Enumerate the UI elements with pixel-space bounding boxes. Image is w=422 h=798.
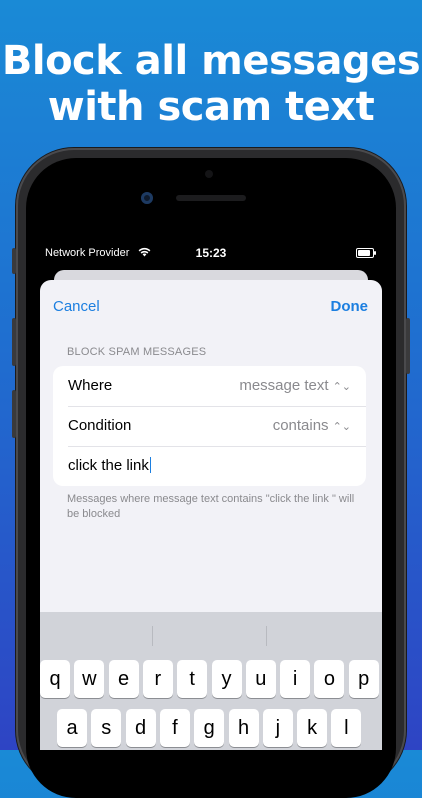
- chevron-updown-icon: ⌃⌄: [332, 381, 351, 393]
- mute-switch: [12, 248, 16, 274]
- key-w[interactable]: w: [74, 660, 105, 698]
- rule-form-group: Where message text ⌃⌄ Condition contains ⌃…: [53, 366, 366, 486]
- key-i[interactable]: i: [280, 660, 311, 698]
- condition-row[interactable]: Condition contains ⌃⌄: [53, 406, 366, 446]
- spam-text-value: click the link: [68, 457, 149, 474]
- spam-text-input[interactable]: click the link: [68, 457, 151, 474]
- condition-label: Condition: [68, 417, 132, 434]
- front-camera-icon: [141, 192, 153, 204]
- battery-icon: [356, 248, 376, 258]
- keyboard: qwertyuiop asdfghjkl: [40, 612, 382, 750]
- phone-screen: Network Provider 15:23 Cancel Done BLOCK…: [32, 238, 390, 750]
- text-cursor: [149, 457, 151, 473]
- key-d[interactable]: d: [125, 709, 156, 747]
- condition-picker[interactable]: contains ⌃⌄: [273, 417, 351, 434]
- key-o[interactable]: o: [314, 660, 345, 698]
- status-bar: Network Provider 15:23: [32, 238, 390, 268]
- headline: Block all messages with scam text: [0, 38, 422, 130]
- key-j[interactable]: j: [262, 709, 293, 747]
- where-picker[interactable]: message text ⌃⌄: [239, 377, 351, 394]
- key-u[interactable]: u: [245, 660, 276, 698]
- key-f[interactable]: f: [159, 709, 190, 747]
- where-label: Where: [68, 377, 113, 394]
- key-y[interactable]: y: [211, 660, 242, 698]
- proximity-sensor: [205, 170, 213, 178]
- suggestion-separator: [266, 626, 267, 646]
- done-button[interactable]: Done: [331, 298, 369, 315]
- power-button: [406, 318, 410, 374]
- chevron-updown-icon: ⌃⌄: [332, 421, 351, 433]
- key-k[interactable]: k: [297, 709, 328, 747]
- condition-value: contains: [272, 417, 329, 434]
- headline-line-1: Block all messages: [1, 38, 421, 84]
- key-l[interactable]: l: [331, 709, 362, 747]
- where-value: message text: [239, 377, 329, 394]
- key-t[interactable]: t: [177, 660, 208, 698]
- key-p[interactable]: p: [348, 660, 379, 698]
- key-a[interactable]: a: [57, 709, 87, 747]
- key-e[interactable]: e: [108, 660, 139, 698]
- headline-line-2: with scam text: [47, 84, 375, 130]
- volume-down-button: [12, 390, 16, 438]
- key-q[interactable]: q: [40, 660, 70, 698]
- key-h[interactable]: h: [228, 709, 259, 747]
- where-row[interactable]: Where message text ⌃⌄: [53, 366, 366, 406]
- text-field-row[interactable]: click the link: [53, 446, 366, 486]
- key-g[interactable]: g: [194, 709, 225, 747]
- footer-note: Messages where message text contains "cl…: [67, 493, 355, 520]
- key-r[interactable]: r: [142, 660, 173, 698]
- cancel-button[interactable]: Cancel: [53, 298, 100, 315]
- section-header: BLOCK SPAM MESSAGES: [67, 346, 207, 358]
- clock: 15:23: [195, 246, 227, 260]
- earpiece-speaker: [176, 195, 246, 201]
- suggestion-separator: [152, 626, 153, 646]
- rule-sheet: Cancel Done BLOCK SPAM MESSAGES Where me…: [40, 280, 382, 750]
- volume-up-button: [12, 318, 16, 366]
- key-s[interactable]: s: [91, 709, 122, 747]
